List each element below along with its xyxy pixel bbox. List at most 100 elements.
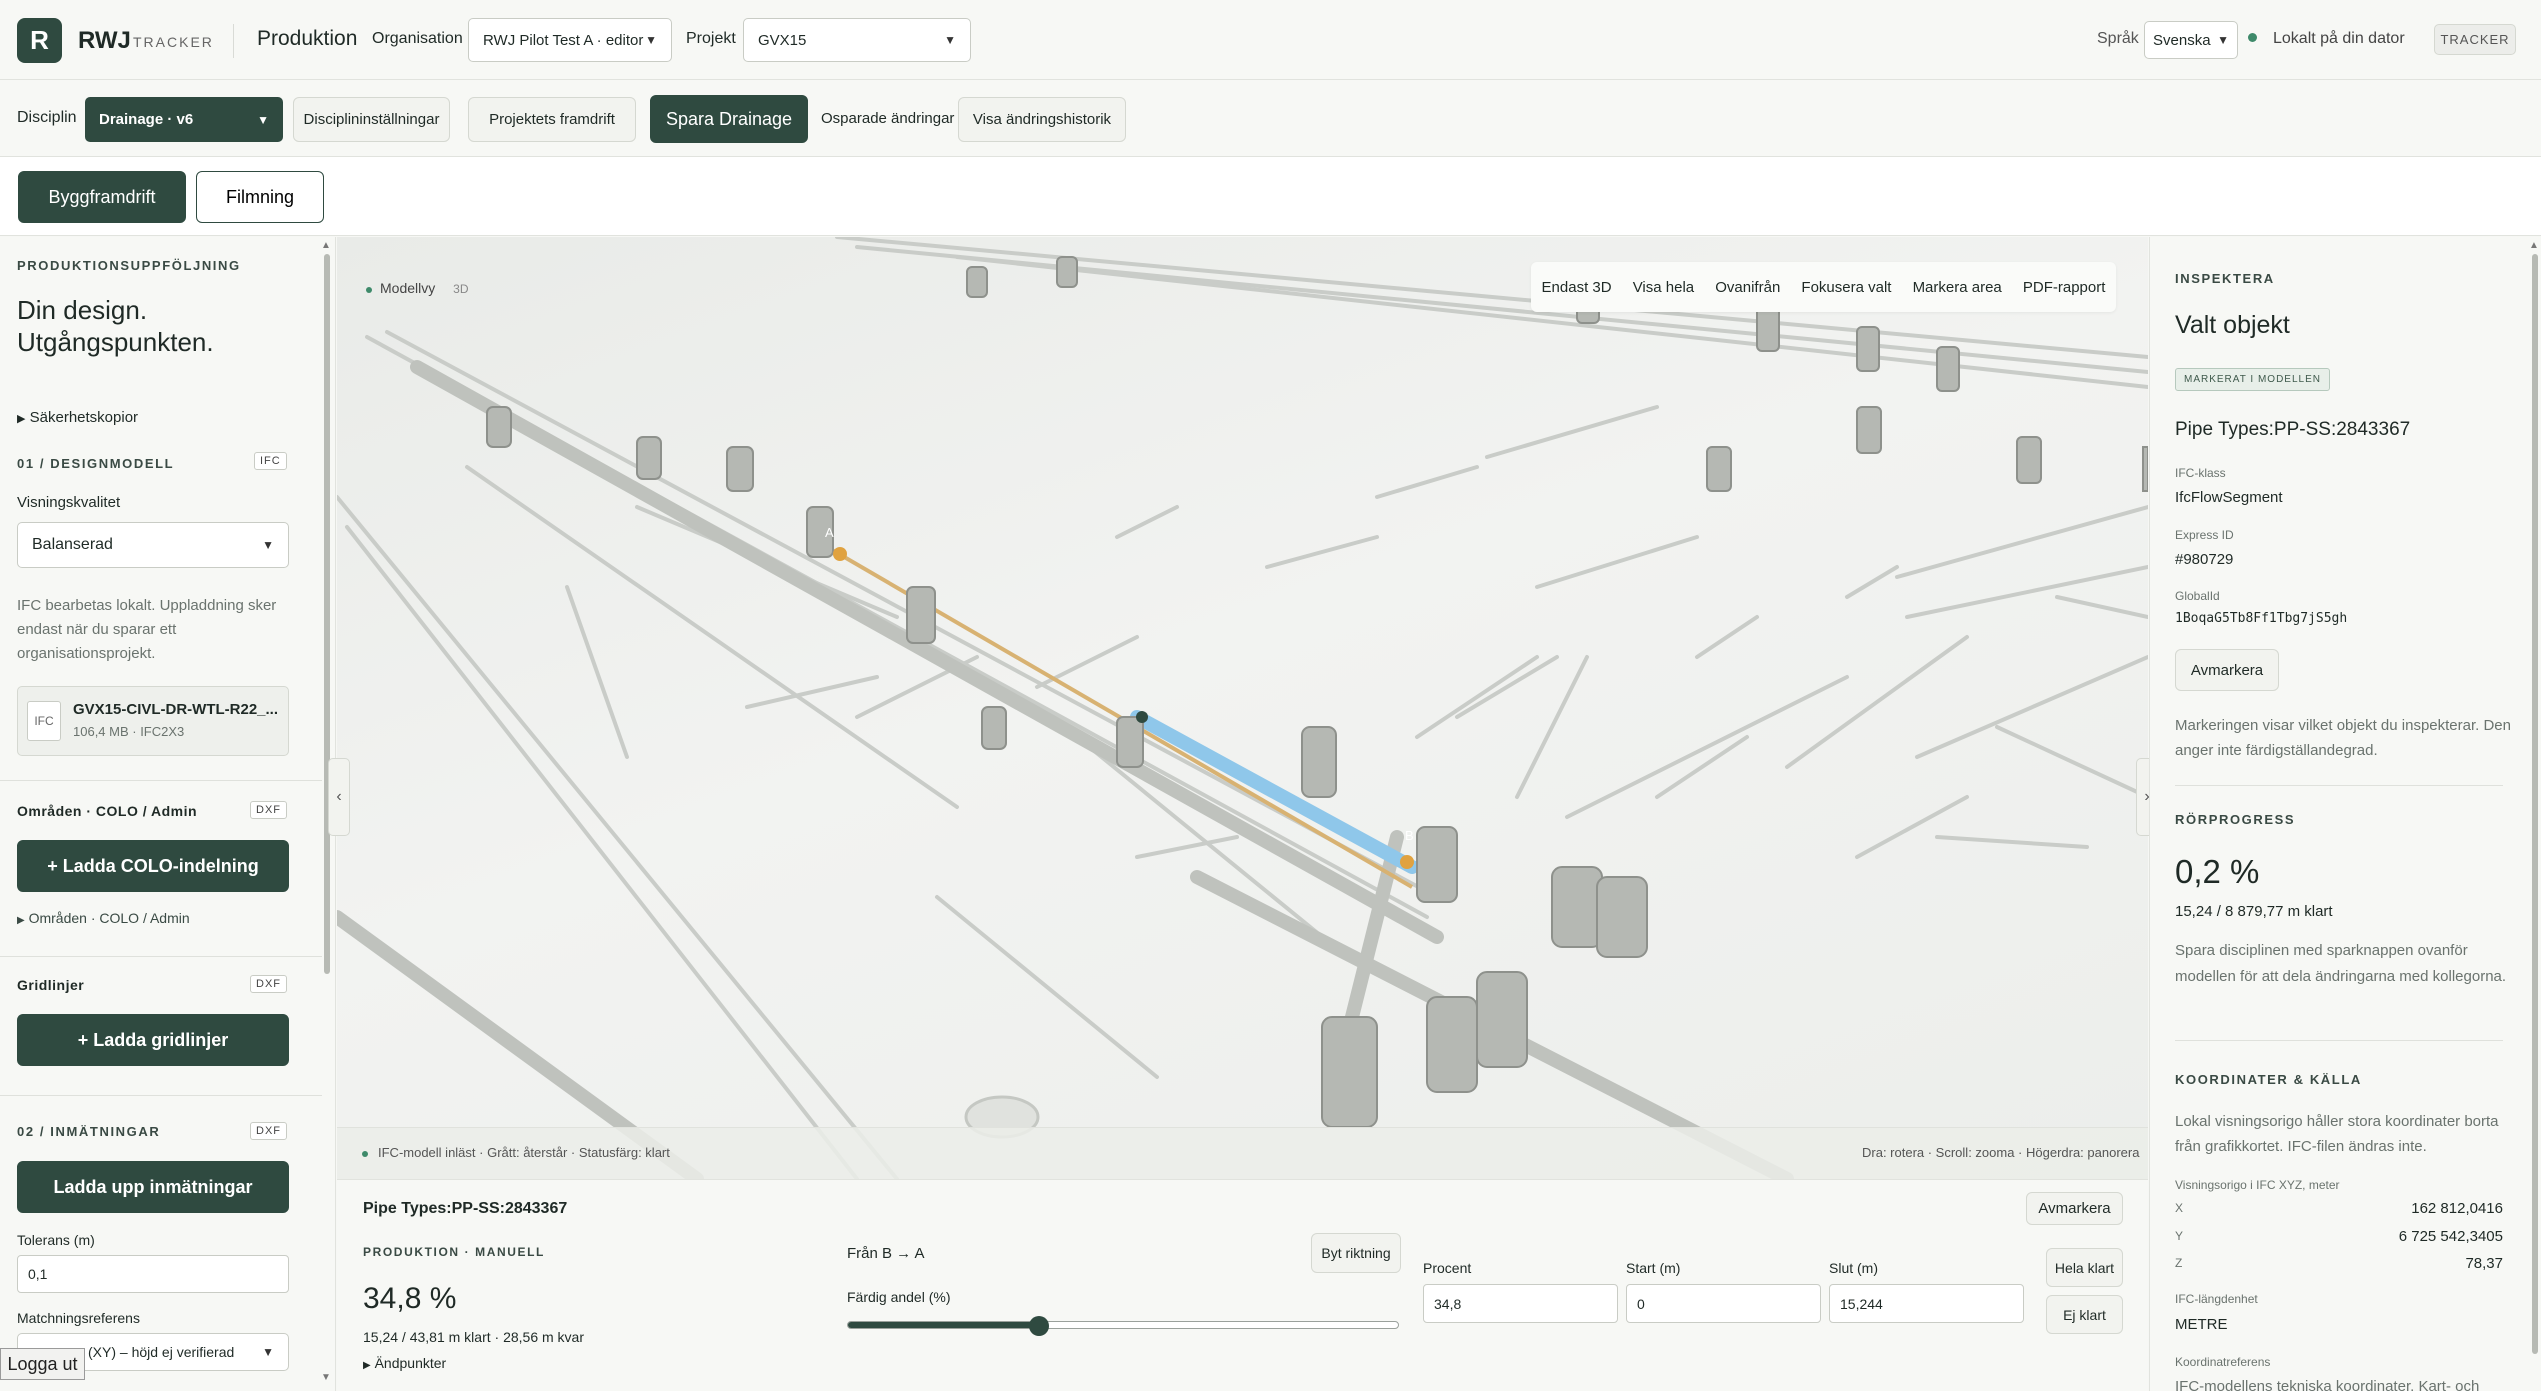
- express-id-value: #980729: [2175, 551, 2234, 568]
- viewport-status-right: Dra: rotera · Scroll: zooma · Högerdra: …: [1862, 1145, 2140, 1160]
- design-model-label: 01 / DESIGNMODELL: [17, 456, 175, 471]
- load-colo-button[interactable]: + Ladda COLO-indelning: [17, 840, 289, 892]
- coordref-label: Koordinatreferens: [2175, 1355, 2271, 1369]
- status-dot-icon: [2248, 33, 2257, 42]
- load-grid-button[interactable]: + Ladda gridlinjer: [17, 1014, 289, 1066]
- project-value: GVX15: [758, 31, 807, 49]
- unsaved-changes-label: Osparade ändringar: [821, 110, 955, 127]
- done-share-slider[interactable]: [847, 1316, 1399, 1336]
- inspect-note: Markeringen visar vilket objekt du inspe…: [2175, 717, 2511, 759]
- save-button[interactable]: Spara Drainage: [650, 95, 808, 143]
- end-input[interactable]: 15,244: [1829, 1284, 2024, 1323]
- tool-top-view[interactable]: Ovanifrån: [1715, 279, 1780, 296]
- y-label: Y: [2175, 1229, 2184, 1243]
- percent-input[interactable]: 34,8: [1423, 1284, 1618, 1323]
- origin-label: Visningsorigo i IFC XYZ, meter: [2175, 1178, 2340, 1192]
- tolerance-input[interactable]: 0,1: [17, 1255, 289, 1293]
- z-label: Z: [2175, 1256, 2183, 1270]
- chevron-down-icon: ▼: [257, 112, 269, 127]
- match-value: (XY) – höjd ej verifierad: [88, 1344, 235, 1360]
- divider: [0, 780, 322, 781]
- tool-show-all[interactable]: Visa hela: [1633, 279, 1694, 296]
- brand-subtitle: TRACKER: [133, 34, 214, 50]
- coords-label: KOORDINATER & KÄLLA: [2175, 1072, 2362, 1087]
- express-id-label: Express ID: [2175, 528, 2234, 542]
- tab-build-progress[interactable]: Byggframdrift: [18, 171, 186, 223]
- globalid-value: 1BoqaG5Tb8Ff1Tbg7jS5gh: [2175, 611, 2348, 626]
- areas-toggle[interactable]: ▶ Områden · COLO / Admin: [17, 910, 190, 926]
- discipline-select[interactable]: Drainage · v6 ▼: [85, 97, 283, 142]
- production-percent: 34,8 %: [363, 1282, 457, 1315]
- project-select[interactable]: GVX15 ▼: [743, 18, 971, 62]
- areas-toggle-label: Områden · COLO / Admin: [28, 910, 190, 926]
- marker-b-label: B: [1405, 828, 1414, 843]
- brand-name: RWJ: [78, 27, 131, 54]
- quality-select[interactable]: Balanserad ▼: [17, 522, 289, 568]
- quality-value: Balanserad: [32, 536, 113, 553]
- model-view-text: Modellvy: [380, 280, 436, 296]
- pipe-model-render[interactable]: A B: [337, 237, 2148, 1179]
- switch-direction-button[interactable]: Byt riktning: [1311, 1233, 1401, 1273]
- ifc-tag: IFC: [254, 452, 287, 470]
- tracker-badge: TRACKER: [2434, 24, 2516, 55]
- project-label: Projekt: [686, 30, 736, 47]
- caret-right-icon: ▶: [363, 1360, 371, 1371]
- endpoints-toggle[interactable]: ▶ Ändpunkter: [363, 1355, 446, 1371]
- ifc-note: IFC bearbetas lokalt. Uppladdning sker e…: [17, 597, 277, 662]
- divider: [0, 1095, 322, 1096]
- tool-only-3d[interactable]: Endast 3D: [1542, 279, 1612, 296]
- scroll-down-icon[interactable]: ▼: [321, 1372, 331, 1383]
- tool-pdf-report[interactable]: PDF-rapport: [2023, 279, 2106, 296]
- model-viewport[interactable]: A B: [337, 237, 2148, 1179]
- unmark-button[interactable]: Avmarkera: [2026, 1192, 2123, 1225]
- file-badge: IFC: [34, 714, 54, 728]
- discipline-label: Disciplin: [17, 109, 77, 126]
- start-input[interactable]: 0: [1626, 1284, 1821, 1323]
- status-dot-icon: [366, 287, 372, 293]
- upload-measurements-button[interactable]: Ladda upp inmätningar: [17, 1161, 289, 1213]
- scroll-up-icon[interactable]: ▲: [2529, 240, 2539, 251]
- app-title: Produktion: [257, 27, 358, 50]
- tool-focus-selected[interactable]: Fokusera valt: [1801, 279, 1891, 296]
- ifc-class-label: IFC-klass: [2175, 466, 2226, 480]
- object-name: Pipe Types:PP-SS:2843367: [2175, 419, 2411, 440]
- all-done-button[interactable]: Hela klart: [2046, 1248, 2123, 1287]
- not-done-button[interactable]: Ej klart: [2046, 1295, 2123, 1334]
- marked-badge: MARKERAT I MODELLEN: [2175, 368, 2330, 391]
- scrollbar-thumb[interactable]: [324, 254, 330, 974]
- scrollbar-thumb[interactable]: [2532, 254, 2538, 1354]
- discipline-settings-button[interactable]: Disciplininställningar: [293, 97, 450, 142]
- inspect-unmark-button[interactable]: Avmarkera: [2175, 649, 2279, 691]
- discipline-value: Drainage · v6: [99, 111, 194, 128]
- organisation-label: Organisation: [372, 30, 463, 47]
- divider: [233, 24, 234, 58]
- x-value: 162 812,0416: [2411, 1200, 2503, 1217]
- backups-toggle[interactable]: ▶ Säkerhetskopior: [17, 409, 138, 426]
- history-button[interactable]: Visa ändringshistorik: [958, 97, 1126, 142]
- project-progress-button[interactable]: Projektets framdrift: [468, 97, 636, 142]
- slider-fill: [848, 1322, 1040, 1328]
- pipe-progress-value: 0,2 %: [2175, 853, 2260, 890]
- tool-mark-area[interactable]: Markera area: [1913, 279, 2002, 296]
- divider: [2175, 1040, 2503, 1041]
- dxf-tag: DXF: [250, 801, 287, 819]
- language-select[interactable]: Svenska ▼: [2144, 21, 2238, 59]
- right-scrollbar[interactable]: [2530, 240, 2540, 1384]
- ifc-class-value: IfcFlowSegment: [2175, 489, 2283, 506]
- selected-pipe-title: Pipe Types:PP-SS:2843367: [363, 1200, 568, 1217]
- tab-filming[interactable]: Filmning: [196, 171, 324, 223]
- organisation-value: RWJ Pilot Test A · editor: [483, 31, 644, 49]
- collapse-left-button[interactable]: ‹: [328, 758, 350, 836]
- coords-note: Lokal visningsorigo håller stora koordin…: [2175, 1113, 2499, 1155]
- inspect-label: INSPEKTERA: [2175, 271, 2275, 286]
- scroll-up-icon[interactable]: ▲: [321, 240, 331, 251]
- organisation-select[interactable]: RWJ Pilot Test A · editor ▼: [468, 18, 672, 62]
- viewport-toolbar: Endast 3D Visa hela Ovanifrån Fokusera v…: [1531, 262, 2116, 312]
- endpoints-label: Ändpunkter: [374, 1355, 447, 1371]
- pipe-progress-detail: 15,24 / 8 879,77 m klart: [2175, 903, 2333, 920]
- logout-button[interactable]: Logga ut: [0, 1348, 85, 1380]
- tolerance-label: Tolerans (m): [17, 1232, 95, 1248]
- section-label: PRODUKTIONSUPPFÖLJNING: [17, 258, 241, 273]
- x-label: X: [2175, 1201, 2184, 1215]
- y-value: 6 725 542,3405: [2398, 1228, 2503, 1245]
